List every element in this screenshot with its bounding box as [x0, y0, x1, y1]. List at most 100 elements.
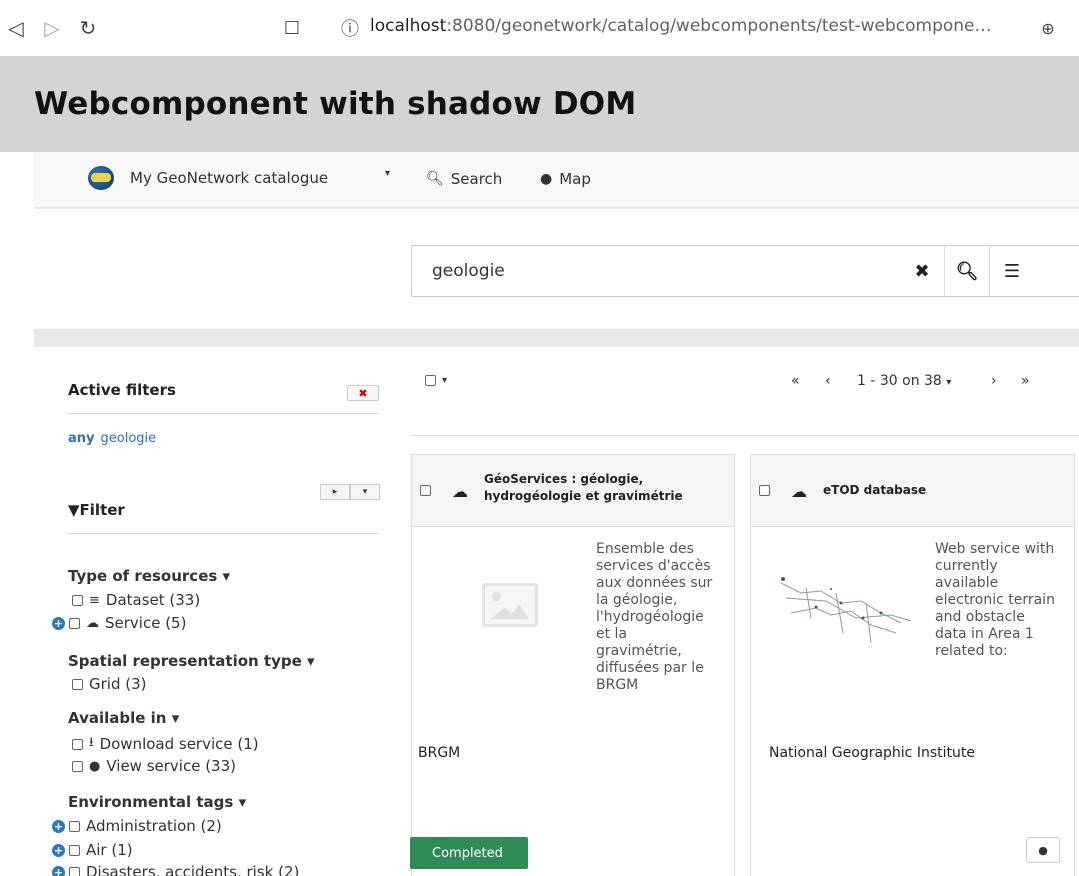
facet-item-disasters[interactable]: + Disasters, accidents, risk (2) [52, 863, 299, 876]
pager-range[interactable]: 1 - 30 on 38 ▾ [857, 373, 951, 389]
facet-checkbox[interactable] [72, 594, 83, 606]
card-select-checkbox[interactable] [759, 485, 770, 496]
facet-item-label: Service (5) [105, 614, 187, 632]
active-filters-title: Active filters [68, 381, 176, 399]
nav-search-link[interactable]: 🔍︎ Search [426, 170, 502, 188]
expand-plus-icon[interactable]: + [52, 865, 65, 876]
chevron-down-icon: ▾ [222, 567, 231, 585]
facet-title: Type of resources [68, 567, 218, 585]
nav-map-label: Map [559, 170, 591, 188]
card-select-checkbox[interactable] [420, 485, 431, 496]
search-icon: 🔍︎ [426, 171, 444, 187]
card-title[interactable]: eTOD database [823, 482, 1063, 499]
facet-item-label: View service (33) [106, 757, 236, 775]
pager-range-label: 1 - 30 on 38 [857, 373, 942, 389]
clear-search-button[interactable]: ✖ [900, 246, 944, 296]
active-filter-chip[interactable]: any geologie [68, 431, 156, 446]
cloud-icon: ☁ [452, 482, 468, 501]
facet-checkbox[interactable] [69, 820, 80, 832]
map-thumbnail [780, 577, 912, 644]
forward-icon[interactable]: ▷ [38, 14, 66, 42]
facet-item-service[interactable]: + ☁ Service (5) [52, 614, 186, 632]
facet-item-download-service[interactable]: ⭳ Download service (1) [72, 733, 259, 755]
facet-checkbox[interactable] [72, 738, 83, 750]
divider [68, 533, 379, 534]
globe-icon: ● [540, 171, 553, 187]
page-title: Webcomponent with shadow DOM [34, 86, 637, 122]
cloud-icon: ☁ [791, 482, 807, 501]
select-all-checkbox[interactable] [425, 375, 436, 386]
globe-icon: ● [89, 758, 101, 774]
facet-checkbox[interactable] [72, 760, 83, 772]
bookmark-icon[interactable]: ☐ [278, 14, 306, 42]
last-page-button[interactable]: » [1021, 373, 1030, 389]
facet-item-air[interactable]: + Air (1) [52, 841, 133, 859]
advanced-search-button[interactable]: ☰ [990, 246, 1034, 296]
chevron-down-icon: ▾ [946, 377, 952, 388]
search-box: ✖ 🔍︎ ☰ [411, 245, 1079, 297]
url-path: :8080/geonetwork/catalog/webcomponents/t… [446, 16, 992, 36]
close-icon: ✖ [358, 386, 368, 400]
facet-environmental-tags[interactable]: Environmental tags ▾ [68, 793, 246, 811]
next-page-button[interactable]: › [991, 373, 997, 389]
search-band: ✖ 🔍︎ ☰ [34, 209, 1079, 329]
chevron-down-icon: ▾ [307, 652, 315, 670]
expand-plus-icon[interactable]: + [52, 616, 65, 630]
facet-item-label: Grid (3) [89, 675, 147, 693]
url-host: localhost [370, 16, 447, 36]
back-icon[interactable]: ◁ [2, 14, 30, 42]
result-card[interactable]: ☁ GéoServices : géologie, hydrogéologie … [410, 454, 735, 876]
prev-page-button[interactable]: ‹ [825, 373, 831, 389]
result-card[interactable]: ☁ eTOD database Web service with current… [750, 454, 1075, 876]
facet-checkbox[interactable] [69, 866, 80, 876]
sliders-icon: ☰ [1003, 260, 1021, 282]
expand-facets-button[interactable]: ▸ [320, 484, 350, 500]
collapse-facets-button[interactable]: ▾ [350, 484, 380, 500]
first-page-button[interactable]: « [791, 373, 800, 389]
chevron-down-icon: ▾ [171, 709, 180, 727]
expand-plus-icon[interactable]: + [52, 819, 65, 833]
card-description: Ensemble des services d'accès aux donnée… [596, 541, 713, 693]
facet-type-of-resources[interactable]: Type of resources ▾ [68, 567, 230, 585]
address-bar[interactable]: localhost:8080/geonetwork/catalog/webcom… [370, 16, 992, 36]
card-title[interactable]: GéoServices : géologie, hydrogéologie et… [484, 471, 724, 505]
view-map-button[interactable]: ● [1026, 837, 1060, 863]
facet-item-label: Download service (1) [99, 735, 259, 753]
close-icon: ✖ [914, 260, 930, 282]
filter-key: any [68, 431, 95, 446]
clear-filters-button[interactable]: ✖ [347, 385, 379, 401]
facet-item-grid[interactable]: Grid (3) [72, 675, 147, 693]
nav-map-link[interactable]: ● Map [540, 170, 591, 188]
status-badge: Completed [410, 837, 528, 869]
globe-icon: ● [1038, 843, 1048, 857]
site-info-icon[interactable]: ⓘ [336, 14, 364, 42]
facet-title: Spatial representation type [68, 652, 302, 670]
facet-item-label: Dataset (33) [105, 591, 201, 609]
facet-item-label: Air (1) [86, 841, 133, 859]
facet-toggle-group: ▸ ▾ [320, 484, 380, 500]
card-header: ☁ eTOD database [751, 455, 1074, 527]
reload-icon[interactable]: ↻ [74, 14, 102, 42]
facet-checkbox[interactable] [69, 617, 80, 629]
facet-item-administration[interactable]: + Administration (2) [52, 817, 222, 835]
browser-toolbar: ◁ ▷ ↻ ☐ ⓘ localhost:8080/geonetwork/cata… [0, 0, 1079, 56]
divider [411, 435, 1079, 436]
zoom-icon[interactable]: ⊕ [1034, 14, 1062, 42]
expand-plus-icon[interactable]: + [52, 843, 65, 857]
facet-checkbox[interactable] [69, 844, 80, 856]
facet-item-view-service[interactable]: ● View service (33) [72, 757, 236, 775]
facet-available-in[interactable]: Available in ▾ [68, 709, 179, 727]
facet-checkbox[interactable] [72, 678, 83, 690]
brand-dropdown-icon[interactable]: ▾ [385, 168, 390, 179]
facet-sidebar: Active filters ✖ any geologie ▸ ▾ ▼Filter… [34, 347, 396, 876]
select-all-dropdown[interactable]: ▾ [425, 375, 447, 386]
cloud-icon: ☁ [86, 615, 99, 631]
search-input[interactable] [412, 246, 900, 296]
filter-title: ▼Filter [68, 501, 125, 519]
brand-link[interactable]: My GeoNetwork catalogue [88, 166, 328, 190]
search-button[interactable]: 🔍︎ [945, 246, 989, 296]
facet-spatial-representation[interactable]: Spatial representation type ▾ [68, 652, 315, 670]
facet-item-dataset[interactable]: ≡ Dataset (33) [72, 591, 200, 609]
top-navbar: My GeoNetwork catalogue ▾ 🔍︎ Search ● Ma… [34, 152, 1079, 208]
brand-label: My GeoNetwork catalogue [130, 169, 329, 187]
